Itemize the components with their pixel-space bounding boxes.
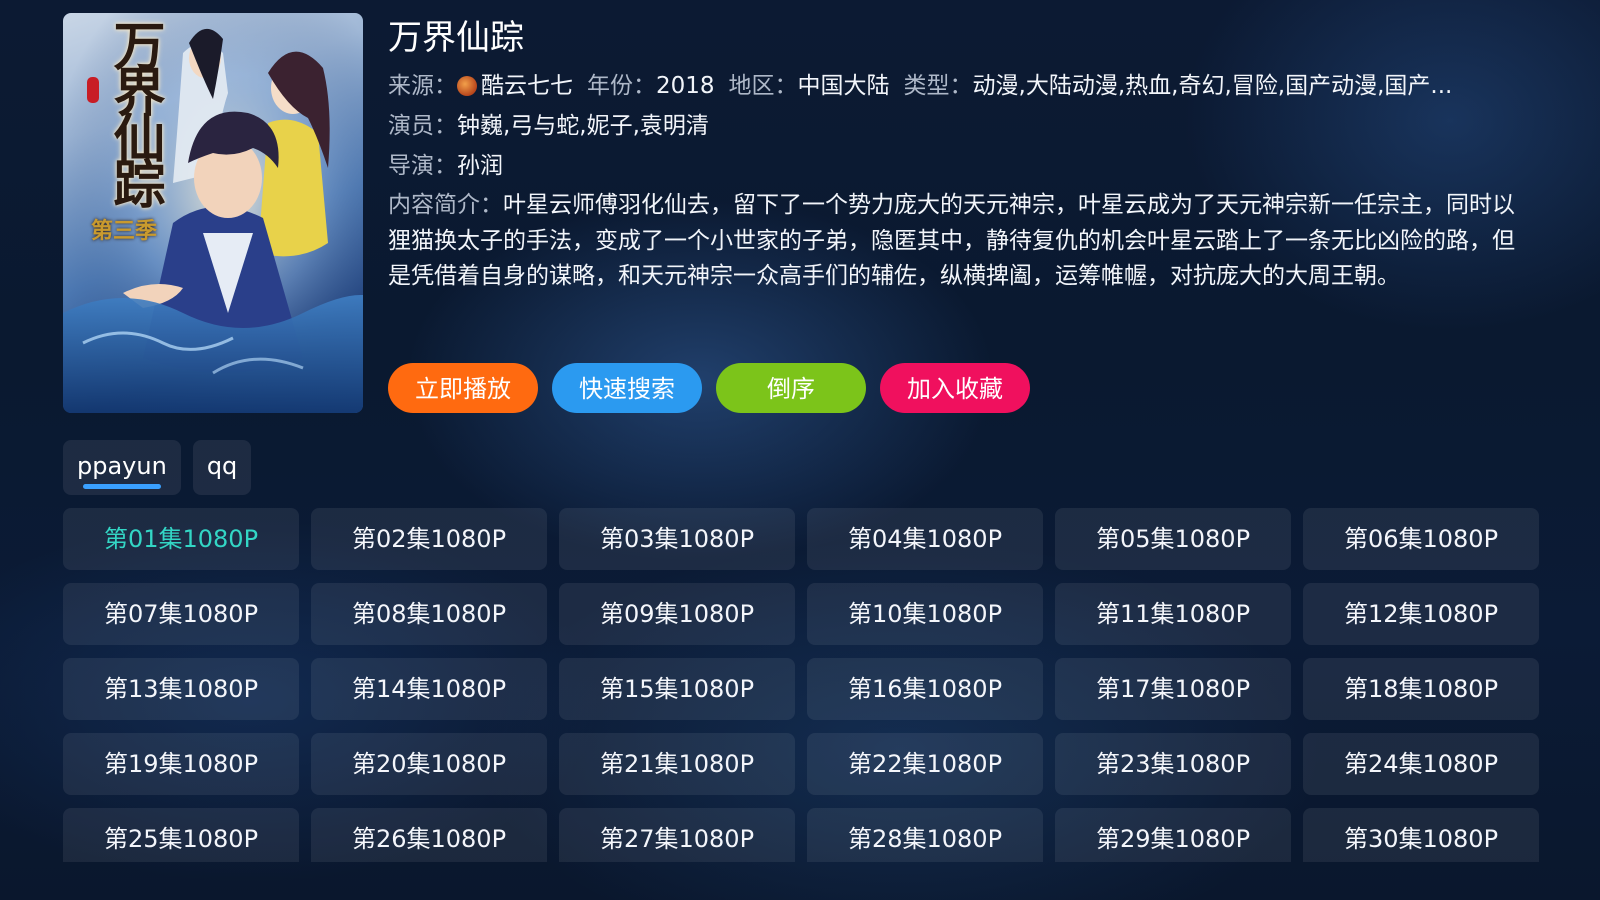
episode-button[interactable]: 第08集1080P <box>311 583 547 645</box>
episode-button[interactable]: 第22集1080P <box>807 733 1043 795</box>
episode-button[interactable]: 第09集1080P <box>559 583 795 645</box>
director-value: 孙润 <box>457 153 503 179</box>
episode-button[interactable]: 第18集1080P <box>1303 658 1539 720</box>
episode-button[interactable]: 第26集1080P <box>311 808 547 862</box>
episode-button[interactable]: 第02集1080P <box>311 508 547 570</box>
add-favorite-button[interactable]: 加入收藏 <box>880 363 1030 413</box>
detail-panel: 万界仙踪 来源： 酷云七七 年份：2018 地区：中国大陆 类型：动漫,大陆动漫,热血,… <box>388 14 1528 295</box>
episode-button[interactable]: 第07集1080P <box>63 583 299 645</box>
quick-search-button[interactable]: 快速搜索 <box>552 363 702 413</box>
cast-label: 演员： <box>388 113 457 139</box>
episode-button[interactable]: 第24集1080P <box>1303 733 1539 795</box>
episode-button[interactable]: 第30集1080P <box>1303 808 1539 862</box>
episode-button[interactable]: 第19集1080P <box>63 733 299 795</box>
source-tab-label: qq <box>206 452 238 480</box>
synopsis: 内容简介：叶星云师傅羽化仙去，留下了一个势力庞大的天元神宗，叶星云成为了天元神宗… <box>388 188 1518 295</box>
episode-button[interactable]: 第16集1080P <box>807 658 1043 720</box>
synopsis-label: 内容简介： <box>388 192 503 218</box>
episode-button[interactable]: 第17集1080P <box>1055 658 1291 720</box>
poster-image: 万界仙踪 第三季 <box>63 13 363 413</box>
episode-button[interactable]: 第13集1080P <box>63 658 299 720</box>
episode-button[interactable]: 第04集1080P <box>807 508 1043 570</box>
year-label: 年份： <box>587 73 656 99</box>
reverse-order-button[interactable]: 倒序 <box>716 363 866 413</box>
episode-button[interactable]: 第11集1080P <box>1055 583 1291 645</box>
source-tabs: ppayun qq <box>63 440 252 495</box>
episode-button[interactable]: 第28集1080P <box>807 808 1043 862</box>
source-value: 酷云七七 <box>481 73 573 99</box>
cast-value: 钟巍,弓与蛇,妮子,袁明清 <box>457 113 709 139</box>
episode-button[interactable]: 第29集1080P <box>1055 808 1291 862</box>
source-tab-ppayun[interactable]: ppayun <box>63 440 181 495</box>
episode-button[interactable]: 第12集1080P <box>1303 583 1539 645</box>
selected-tab-indicator <box>83 484 161 489</box>
episode-button[interactable]: 第01集1080P <box>63 508 299 570</box>
episode-button[interactable]: 第15集1080P <box>559 658 795 720</box>
source-logo-icon <box>457 76 477 96</box>
episode-grid: 第01集1080P 第02集1080P 第03集1080P 第04集1080P 第05集… <box>63 508 1539 862</box>
source-tab-qq[interactable]: qq <box>192 440 252 495</box>
year-value: 2018 <box>656 73 715 99</box>
episode-button[interactable]: 第25集1080P <box>63 808 299 862</box>
meta-row: 来源： 酷云七七 年份：2018 地区：中国大陆 类型：动漫,大陆动漫,热血,奇幻,冒险… <box>388 66 1528 106</box>
poster-season-art: 第三季 <box>91 218 158 244</box>
source-label: 来源： <box>388 73 457 99</box>
director-label: 导演： <box>388 153 457 179</box>
director-row: 导演：孙润 <box>388 146 1528 186</box>
cast-row: 演员：钟巍,弓与蛇,妮子,袁明清 <box>388 106 1528 146</box>
episode-button[interactable]: 第20集1080P <box>311 733 547 795</box>
synopsis-text: 叶星云师傅羽化仙去，留下了一个势力庞大的天元神宗，叶星云成为了天元神宗新一任宗主… <box>388 192 1515 289</box>
genre-label: 类型： <box>903 73 973 99</box>
episode-button[interactable]: 第05集1080P <box>1055 508 1291 570</box>
region-label: 地区： <box>728 73 798 99</box>
region-value: 中国大陆 <box>797 73 890 99</box>
episode-button[interactable]: 第06集1080P <box>1303 508 1539 570</box>
action-bar: 立即播放 快速搜索 倒序 加入收藏 <box>388 363 1030 413</box>
genre-value: 动漫,大陆动漫,热血,奇幻,冒险,国产动漫,国产... <box>972 73 1453 99</box>
episode-button[interactable]: 第14集1080P <box>311 658 547 720</box>
source-tab-label: ppayun <box>77 452 167 480</box>
episode-button[interactable]: 第23集1080P <box>1055 733 1291 795</box>
episode-button[interactable]: 第10集1080P <box>807 583 1043 645</box>
show-title: 万界仙踪 <box>388 18 524 58</box>
episode-button[interactable]: 第27集1080P <box>559 808 795 862</box>
play-now-button[interactable]: 立即播放 <box>388 363 538 413</box>
episode-button[interactable]: 第03集1080P <box>559 508 795 570</box>
episode-button[interactable]: 第21集1080P <box>559 733 795 795</box>
